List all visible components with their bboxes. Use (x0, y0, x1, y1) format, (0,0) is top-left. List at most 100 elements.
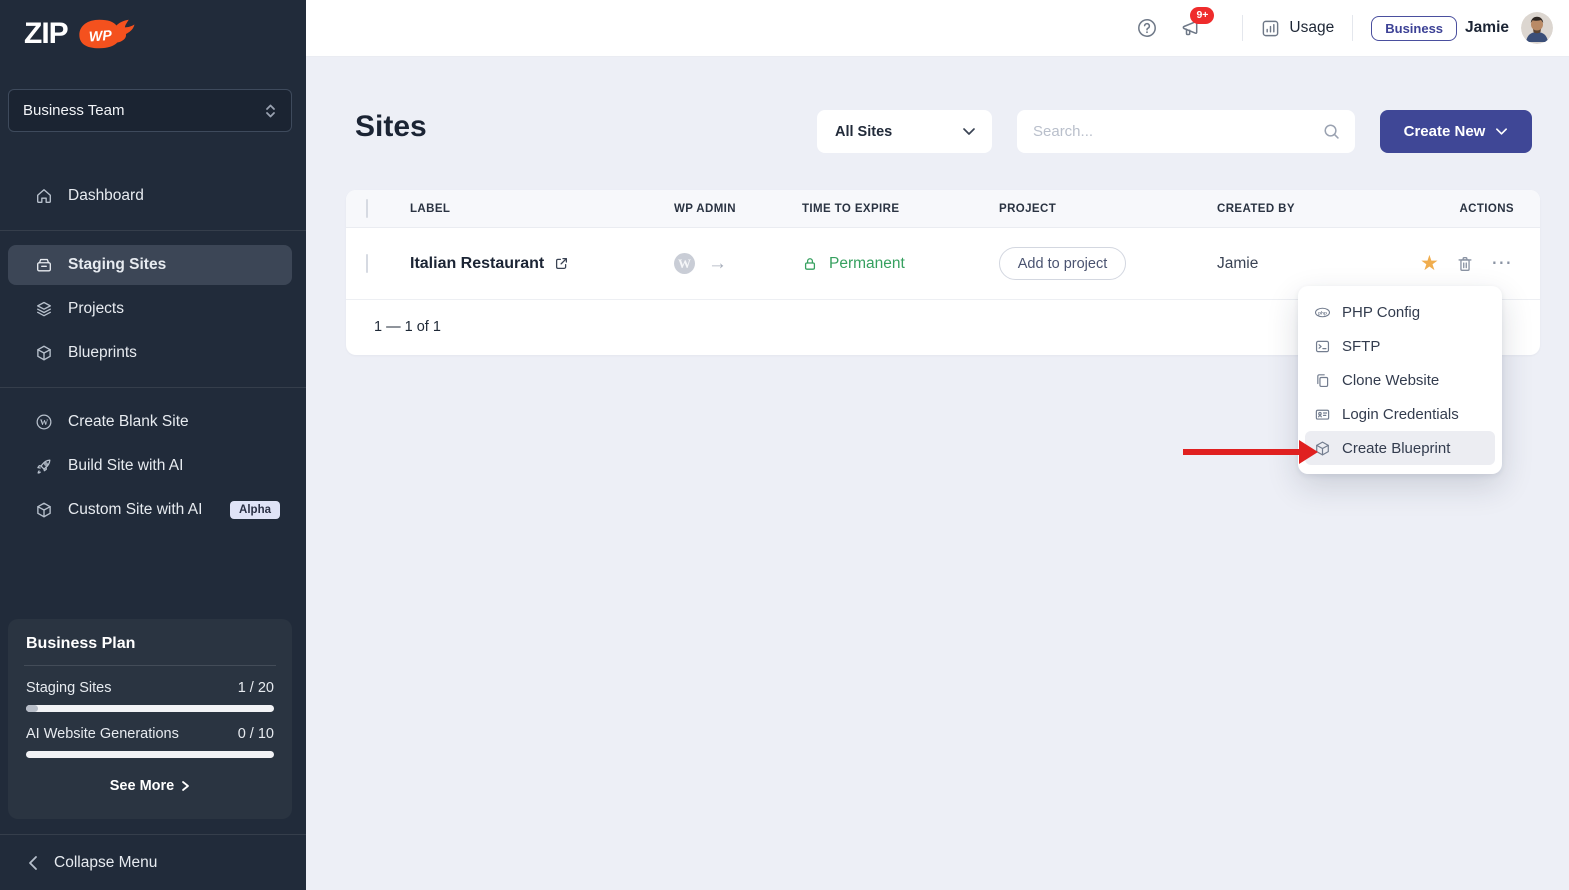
svg-text:WP: WP (88, 27, 113, 45)
column-header-created-by: CREATED BY (1217, 203, 1420, 215)
plan-title: Business Plan (26, 635, 274, 653)
brand-flame-icon: WP (74, 15, 136, 53)
annotation-arrow (1183, 449, 1299, 455)
sidebar-item-label: Projects (68, 300, 124, 318)
column-header-project: PROJECT (999, 203, 1217, 215)
team-selector[interactable]: Business Team (8, 89, 292, 132)
collapse-menu-button[interactable]: Collapse Menu (0, 834, 306, 890)
sidebar-item-staging-sites[interactable]: Staging Sites (8, 245, 292, 285)
home-icon (35, 187, 53, 205)
sidebar-item-projects[interactable]: Projects (8, 289, 292, 329)
delete-icon[interactable] (1456, 255, 1474, 273)
alpha-badge: Alpha (230, 501, 280, 519)
help-icon[interactable] (1136, 17, 1158, 39)
announcements-button[interactable]: 9+ (1180, 17, 1202, 39)
meter-bar-staging-sites (26, 705, 274, 712)
more-actions-icon[interactable]: ⋯ (1491, 259, 1513, 267)
expire-status: Permanent (829, 255, 905, 273)
row-checkbox[interactable] (366, 254, 368, 273)
app-window: ZIP WP Business Team (0, 0, 1569, 890)
avatar[interactable] (1521, 12, 1553, 44)
created-by: Jamie (1217, 255, 1420, 273)
chevron-left-icon (28, 855, 38, 871)
usage-button[interactable]: Usage (1261, 19, 1334, 38)
sites-filter-value: All Sites (835, 124, 892, 140)
php-icon: php (1314, 304, 1331, 321)
sidebar-item-create-blank-site[interactable]: W Create Blank Site (8, 402, 292, 442)
menu-item-label: Login Credentials (1342, 406, 1459, 423)
see-more-link[interactable]: See More (26, 772, 274, 800)
svg-text:php: php (1318, 310, 1327, 316)
notification-badge: 9+ (1190, 7, 1214, 24)
column-header-label: LABEL (410, 203, 674, 215)
sidebar-item-dashboard[interactable]: Dashboard (8, 176, 292, 216)
wordpress-icon: W (674, 253, 695, 274)
menu-item-create-blueprint[interactable]: Create Blueprint (1305, 431, 1495, 465)
collapse-menu-label: Collapse Menu (54, 854, 157, 872)
chevron-down-icon (1495, 127, 1508, 136)
wp-admin-link[interactable]: W → (674, 253, 802, 275)
sidebar-item-label: Dashboard (68, 187, 144, 205)
meter-fill (26, 705, 38, 712)
menu-item-clone-website[interactable]: Clone Website (1305, 363, 1495, 397)
sidebar-item-label: Create Blank Site (68, 413, 189, 431)
menu-item-sftp[interactable]: SFTP (1305, 329, 1495, 363)
chevron-right-icon (181, 780, 190, 792)
usage-label: Usage (1289, 19, 1334, 37)
menu-item-label: Create Blueprint (1342, 440, 1450, 457)
arrow-right-icon: → (708, 253, 727, 275)
sidebar: ZIP WP Business Team (0, 0, 306, 890)
archive-icon (35, 256, 53, 274)
user-name: Jamie (1465, 19, 1509, 37)
bar-chart-icon (1261, 19, 1280, 38)
search-box (1017, 110, 1355, 153)
layers-icon (35, 300, 53, 318)
brand-logo: ZIP WP (0, 0, 306, 57)
rocket-icon (35, 457, 53, 475)
chevron-up-down-icon (264, 102, 277, 120)
sidebar-item-label: Build Site with AI (68, 457, 183, 475)
sidebar-divider (0, 387, 306, 388)
plan-card: Business Plan Staging Sites 1 / 20 AI We… (8, 619, 292, 819)
column-header-wp-admin: WP ADMIN (674, 203, 802, 215)
table-header: LABEL WP ADMIN TIME TO EXPIRE PROJECT CR… (346, 190, 1540, 228)
topbar-divider (1352, 15, 1353, 41)
sidebar-item-label: Staging Sites (68, 256, 166, 274)
menu-item-php-config[interactable]: php PHP Config (1305, 295, 1495, 329)
sidebar-item-build-site-with-ai[interactable]: Build Site with AI (8, 446, 292, 486)
favorite-star-icon[interactable]: ★ (1420, 253, 1439, 274)
meter-value: 1 / 20 (238, 680, 274, 696)
search-input[interactable] (1033, 123, 1322, 140)
terminal-icon (1314, 338, 1331, 355)
sidebar-divider (0, 230, 306, 231)
topbar: 9+ Usage Business Jamie (306, 0, 1569, 57)
sidebar-item-label: Blueprints (68, 344, 137, 362)
select-all-checkbox[interactable] (366, 199, 368, 218)
menu-item-label: PHP Config (1342, 304, 1420, 321)
create-new-label: Create New (1404, 123, 1486, 140)
meter-value: 0 / 10 (238, 726, 274, 742)
menu-item-label: Clone Website (1342, 372, 1439, 389)
column-header-time-to-expire: TIME TO EXPIRE (802, 203, 999, 215)
sites-filter-dropdown[interactable]: All Sites (817, 110, 992, 153)
site-name: Italian Restaurant (410, 255, 544, 273)
brand-logo-text: ZIP (24, 17, 68, 51)
sidebar-item-blueprints[interactable]: Blueprints (8, 333, 292, 373)
meter-label: AI Website Generations (26, 726, 179, 742)
plan-badge[interactable]: Business (1371, 16, 1457, 41)
cube-icon (35, 501, 53, 519)
add-to-project-button[interactable]: Add to project (999, 247, 1126, 280)
meter-label: Staging Sites (26, 680, 111, 696)
sidebar-item-custom-site-with-ai[interactable]: Custom Site with AI Alpha (8, 490, 292, 530)
external-link-icon[interactable] (554, 256, 569, 271)
sidebar-nav: Dashboard Staging Sites Pro (0, 176, 306, 534)
plan-divider (24, 665, 276, 666)
column-header-actions: ACTIONS (1420, 203, 1540, 215)
create-new-button[interactable]: Create New (1380, 110, 1532, 153)
meter-staging-sites: Staging Sites 1 / 20 (26, 680, 274, 696)
search-icon (1322, 122, 1341, 141)
meter-ai-generations: AI Website Generations 0 / 10 (26, 726, 274, 742)
sidebar-item-label: Custom Site with AI (68, 501, 202, 519)
lock-icon (802, 256, 818, 272)
menu-item-login-credentials[interactable]: Login Credentials (1305, 397, 1495, 431)
